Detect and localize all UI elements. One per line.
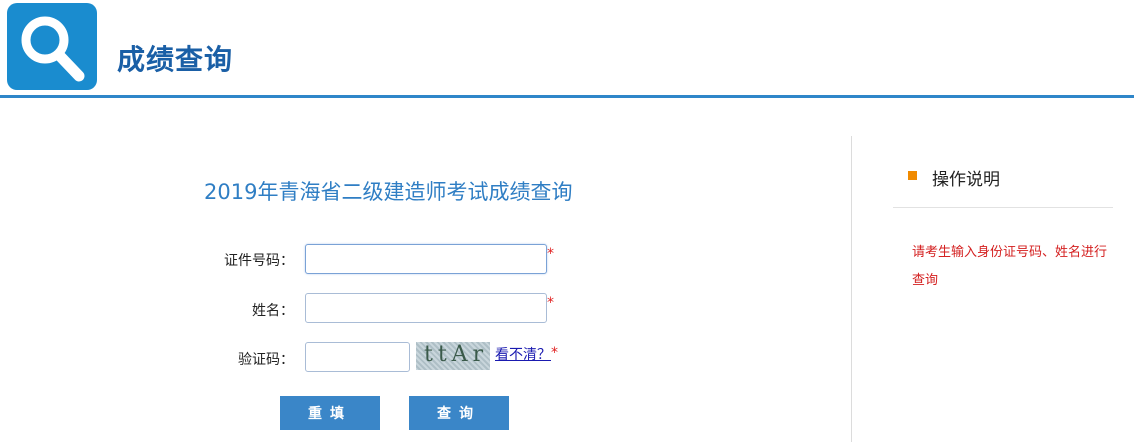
search-icon bbox=[21, 16, 85, 82]
header-divider bbox=[0, 95, 1134, 98]
name-input[interactable] bbox=[305, 293, 547, 323]
instructions-divider bbox=[893, 207, 1113, 208]
captcha-required-mark: * bbox=[551, 345, 558, 361]
reset-button[interactable]: 重填 bbox=[280, 396, 380, 430]
captcha-text: ttAr bbox=[424, 342, 489, 367]
query-button[interactable]: 查询 bbox=[409, 396, 509, 430]
form-title: 2019年青海省二级建造师考试成绩查询 bbox=[204, 180, 573, 204]
instructions-title: 操作说明 bbox=[932, 170, 1000, 190]
id-required-mark: * bbox=[547, 246, 554, 262]
captcha-input[interactable] bbox=[305, 342, 410, 372]
name-label: 姓名： bbox=[252, 303, 294, 319]
id-number-input[interactable] bbox=[305, 244, 547, 274]
side-divider bbox=[851, 136, 852, 442]
captcha-image[interactable]: ttAr bbox=[416, 342, 490, 370]
name-required-mark: * bbox=[547, 295, 554, 311]
captcha-label: 验证码： bbox=[238, 352, 294, 368]
instructions-text: 请考生输入身份证号码、姓名进行查询 bbox=[912, 245, 1108, 288]
side-bullet-icon bbox=[908, 171, 917, 180]
logo bbox=[7, 3, 97, 90]
captcha-refresh-link[interactable]: 看不清？ bbox=[495, 344, 551, 364]
site-title: 成绩查询 bbox=[117, 43, 234, 76]
id-number-label: 证件号码： bbox=[224, 253, 294, 269]
page-header: 成绩查询 bbox=[0, 0, 1134, 98]
